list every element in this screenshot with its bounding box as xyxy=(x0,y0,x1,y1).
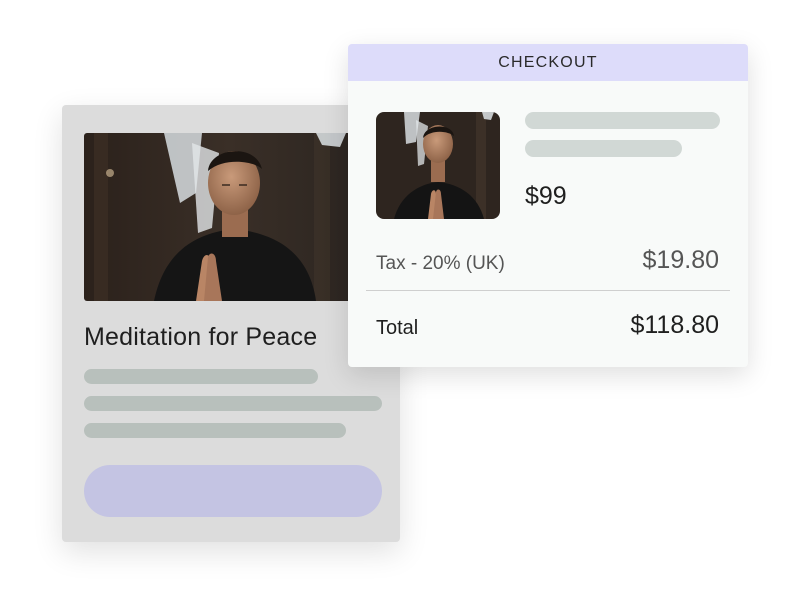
checkout-header: CHECKOUT xyxy=(348,44,748,81)
total-amount: $118.80 xyxy=(630,311,719,339)
checkout-card: CHECKOUT $99 Tax - 20% (UK) $19.80 Total… xyxy=(348,44,748,367)
item-price: $99 xyxy=(525,182,567,210)
meditation-photo xyxy=(84,133,374,301)
canvas: Meditation for Peace CHECKOUT $99 Tax - … xyxy=(0,0,812,592)
tax-amount: $19.80 xyxy=(642,246,719,274)
checkout-thumbnail xyxy=(376,112,500,219)
total-label: Total xyxy=(376,317,419,339)
divider xyxy=(366,290,730,291)
item-subtitle-skeleton xyxy=(525,140,682,157)
buy-button[interactable] xyxy=(84,465,382,517)
meditation-thumbnail-photo xyxy=(376,112,500,219)
product-image xyxy=(84,133,374,301)
description-line-1 xyxy=(84,369,318,384)
product-title: Meditation for Peace xyxy=(84,323,318,351)
description-line-3 xyxy=(84,423,346,438)
description-line-2 xyxy=(84,396,382,411)
item-name-skeleton xyxy=(525,112,720,129)
tax-label: Tax - 20% (UK) xyxy=(376,253,505,274)
